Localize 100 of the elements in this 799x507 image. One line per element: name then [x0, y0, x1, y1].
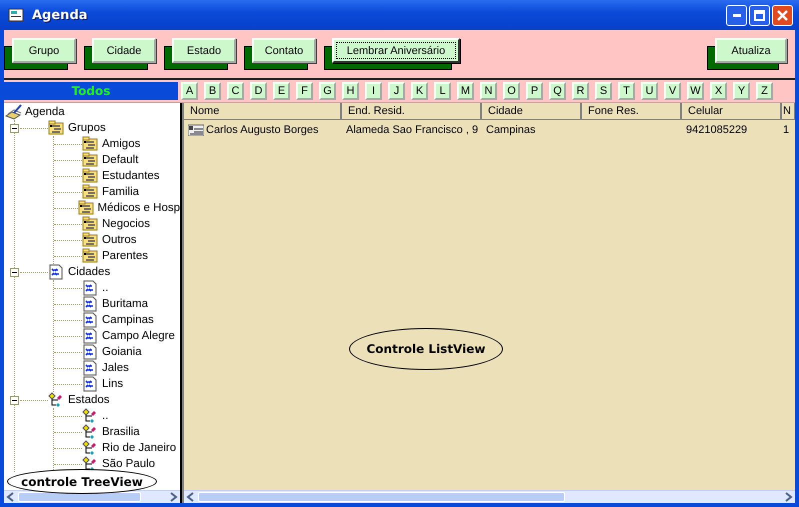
- collapse-toggle[interactable]: [10, 396, 19, 404]
- tree-item[interactable]: Goiania: [102, 346, 142, 358]
- tree-item[interactable]: Médicos e Hosp: [98, 202, 180, 214]
- letter-button[interactable]: B: [204, 82, 221, 100]
- letter-button[interactable]: G: [319, 82, 336, 100]
- tree-item[interactable]: Negocios: [102, 218, 150, 230]
- collapse-toggle[interactable]: [10, 268, 19, 276]
- letter-button[interactable]: Y: [733, 82, 750, 100]
- tree-item[interactable]: Agenda: [25, 106, 65, 118]
- tree-item[interactable]: Outros: [102, 234, 137, 246]
- document-icon: [82, 376, 99, 392]
- table-cell: 9421085229: [686, 124, 748, 136]
- letter-button[interactable]: V: [664, 82, 681, 100]
- collapse-toggle[interactable]: [10, 124, 19, 132]
- maximize-icon: [754, 10, 765, 20]
- letter-button[interactable]: W: [687, 82, 704, 100]
- tree-item[interactable]: ..: [102, 410, 108, 422]
- tree-item[interactable]: Jales: [102, 362, 129, 374]
- letter-button[interactable]: I: [365, 82, 382, 100]
- tree-item[interactable]: São Paulo: [102, 458, 156, 470]
- document-icon: [82, 328, 99, 344]
- tree-item[interactable]: Estados: [68, 394, 110, 406]
- letter-button[interactable]: L: [434, 82, 451, 100]
- folder-icon: [82, 168, 99, 184]
- folder-icon: [82, 136, 99, 152]
- table-cell: 1: [783, 124, 790, 136]
- window-title: Agenda: [32, 8, 88, 22]
- horizontal-scrollbar[interactable]: [184, 490, 795, 503]
- tree-item[interactable]: Lins: [102, 378, 124, 390]
- table-cell: Alameda Sao Francisco , 9: [346, 124, 478, 136]
- folder-icon: [82, 216, 99, 232]
- letter-button[interactable]: N: [480, 82, 497, 100]
- tree-item[interactable]: Grupos: [68, 122, 106, 134]
- letter-button[interactable]: F: [296, 82, 313, 100]
- folder-icon: [82, 248, 99, 264]
- letter-button[interactable]: E: [273, 82, 290, 100]
- diagram-icon: [82, 424, 99, 440]
- diagram-icon: [82, 408, 99, 424]
- letter-button[interactable]: J: [388, 82, 405, 100]
- document-icon: [82, 312, 99, 328]
- diagram-icon: [82, 440, 99, 456]
- all-filter-button[interactable]: Todos: [4, 82, 178, 100]
- letter-button[interactable]: C: [227, 82, 244, 100]
- letter-button[interactable]: H: [342, 82, 359, 100]
- table-cell: Carlos Augusto Borges: [206, 124, 319, 136]
- folder-icon: [78, 200, 95, 216]
- diagram-icon: [82, 456, 99, 472]
- close-icon: [777, 10, 788, 20]
- letter-button[interactable]: S: [595, 82, 612, 100]
- letter-button[interactable]: Z: [756, 82, 773, 100]
- letter-button[interactable]: P: [526, 82, 543, 100]
- letter-button[interactable]: Q: [549, 82, 566, 100]
- tree-item[interactable]: Brasilia: [102, 426, 140, 438]
- folder-icon: [82, 152, 99, 168]
- contact-card-icon: [188, 124, 204, 136]
- tree-item[interactable]: Familia: [102, 186, 140, 198]
- tree-item[interactable]: Cidades: [68, 266, 110, 278]
- scroll-thumb[interactable]: [18, 492, 142, 502]
- column-header[interactable]: End. Resid.: [342, 103, 482, 120]
- annotation-callout: controle TreeView: [7, 469, 157, 494]
- tree-item[interactable]: Campinas: [102, 314, 154, 326]
- column-header[interactable]: Fone Res.: [582, 103, 682, 120]
- table-cell: Campinas: [486, 124, 536, 136]
- letter-button[interactable]: M: [457, 82, 474, 100]
- tree-item[interactable]: Default: [102, 154, 138, 166]
- folder-icon: [82, 184, 99, 200]
- column-header[interactable]: N: [782, 103, 795, 120]
- column-header[interactable]: Cidade: [482, 103, 582, 120]
- scroll-thumb[interactable]: [198, 492, 565, 502]
- letter-button[interactable]: T: [618, 82, 635, 100]
- tree-item[interactable]: Rio de Janeiro: [102, 442, 176, 454]
- minimize-icon: [732, 14, 740, 16]
- document-icon: [82, 280, 99, 296]
- column-header[interactable]: Celular: [682, 103, 782, 120]
- letter-button[interactable]: R: [572, 82, 589, 100]
- minus-icon: [12, 270, 17, 274]
- letter-button[interactable]: X: [710, 82, 727, 100]
- app-icon: [8, 8, 24, 22]
- column-header[interactable]: Nome: [184, 103, 342, 120]
- tree-item[interactable]: Estudantes: [102, 170, 160, 182]
- minus-icon: [12, 126, 17, 130]
- document-icon: [82, 296, 99, 312]
- tree-item[interactable]: Buritama: [102, 298, 148, 310]
- letter-button[interactable]: D: [250, 82, 267, 100]
- letter-button[interactable]: A: [181, 82, 198, 100]
- notebook-icon: [5, 104, 22, 120]
- close-button[interactable]: [772, 4, 793, 26]
- tree-item[interactable]: ..: [102, 282, 108, 294]
- document-icon: [82, 360, 99, 376]
- minimize-button[interactable]: [726, 4, 747, 26]
- letter-button[interactable]: U: [641, 82, 658, 100]
- tree-item[interactable]: Parentes: [102, 250, 148, 262]
- tree-item[interactable]: Amigos: [102, 138, 140, 150]
- folder-icon: [82, 232, 99, 248]
- minus-icon: [12, 398, 17, 402]
- maximize-button[interactable]: [749, 4, 770, 26]
- letter-button[interactable]: K: [411, 82, 428, 100]
- annotation-callout: Controle ListView: [349, 328, 503, 370]
- letter-button[interactable]: O: [503, 82, 520, 100]
- tree-item[interactable]: Campo Alegre: [102, 330, 175, 342]
